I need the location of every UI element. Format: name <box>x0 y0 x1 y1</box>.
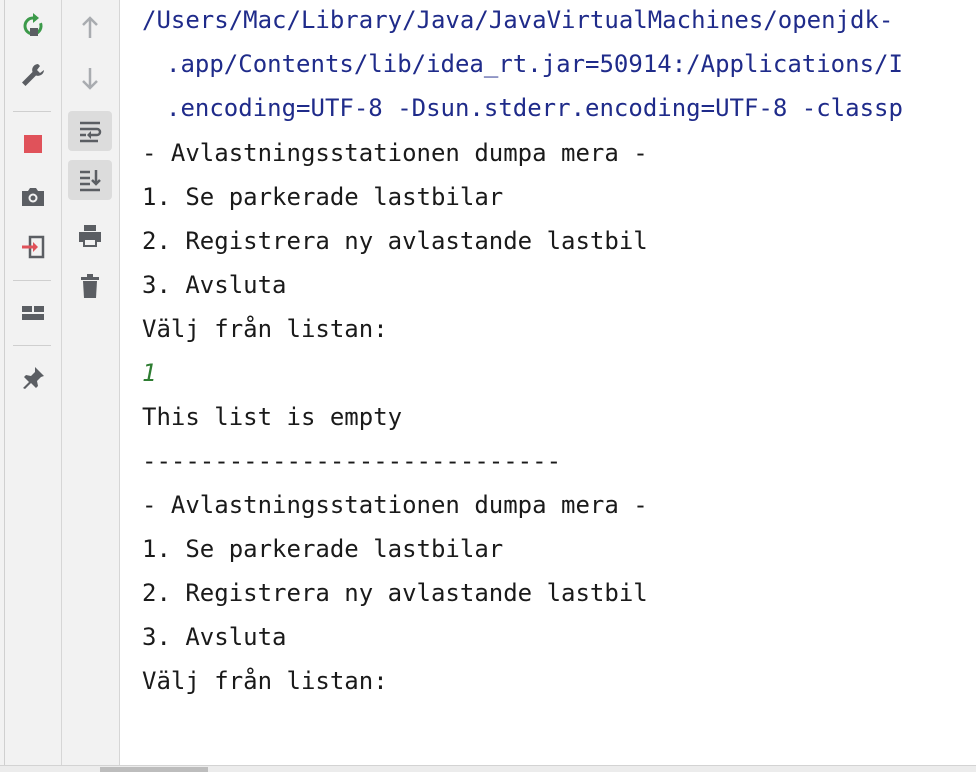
toolbar-separator <box>13 345 51 346</box>
print-button[interactable] <box>68 216 112 256</box>
scrollbar-thumb[interactable] <box>100 767 208 772</box>
down-arrow-icon <box>82 68 98 90</box>
console-command-line: .encoding=UTF-8 -Dsun.stderr.encoding=UT… <box>166 94 903 122</box>
console-line: 2. Registrera ny avlastande lastbil <box>142 579 648 607</box>
console-line: 1. Se parkerade lastbilar <box>142 183 504 211</box>
clear-all-button[interactable] <box>68 266 112 306</box>
settings-button[interactable] <box>11 55 55 95</box>
console-toolbar <box>62 0 120 766</box>
print-icon <box>79 225 101 247</box>
soft-wrap-icon <box>80 121 102 143</box>
console-line: Välj från listan: <box>142 667 388 695</box>
rerun-icon <box>23 13 43 36</box>
layout-icon <box>22 306 44 320</box>
console-line: 3. Avsluta <box>142 623 287 651</box>
console-line: 1. Se parkerade lastbilar <box>142 535 504 563</box>
rerun-button[interactable] <box>11 6 55 46</box>
trash-icon <box>81 274 99 298</box>
scroll-to-end-button[interactable] <box>68 160 112 200</box>
exit-icon <box>22 235 45 259</box>
console-line: Välj från listan: <box>142 315 388 343</box>
console-line: - Avlastningsstationen dumpa mera - <box>142 491 648 519</box>
console-line: - Avlastningsstationen dumpa mera - <box>142 139 648 167</box>
horizontal-scrollbar[interactable] <box>0 765 976 772</box>
console-user-input: 1 <box>142 359 157 387</box>
soft-wrap-button[interactable] <box>68 111 112 151</box>
stop-icon <box>24 135 42 153</box>
run-toolbar <box>5 0 62 766</box>
console-line: 2. Registrera ny avlastande lastbil <box>142 227 648 255</box>
scroll-to-end-icon <box>80 170 101 192</box>
toolbar-separator <box>13 111 51 112</box>
console-command-line: /Users/Mac/Library/Java/JavaVirtualMachi… <box>142 6 894 34</box>
camera-icon <box>22 188 44 206</box>
pin-button[interactable] <box>11 358 55 398</box>
console-line: 3. Avsluta <box>142 271 287 299</box>
stop-button[interactable] <box>11 124 55 164</box>
dump-threads-button[interactable] <box>11 177 55 217</box>
console-line: ----------------------------- <box>142 447 562 475</box>
up-arrow-icon <box>82 16 98 38</box>
wrench-icon <box>22 64 44 86</box>
exit-button[interactable] <box>11 227 55 267</box>
previous-occurrence-button[interactable] <box>68 8 112 48</box>
console-output[interactable]: /Users/Mac/Library/Java/JavaVirtualMachi… <box>120 0 976 766</box>
layout-button[interactable] <box>11 293 55 333</box>
console-command-line: .app/Contents/lib/idea_rt.jar=50914:/App… <box>166 50 903 78</box>
pin-icon <box>23 367 44 389</box>
next-occurrence-button[interactable] <box>68 58 112 98</box>
console-line: This list is empty <box>142 403 403 431</box>
toolbar-separator <box>13 280 51 281</box>
